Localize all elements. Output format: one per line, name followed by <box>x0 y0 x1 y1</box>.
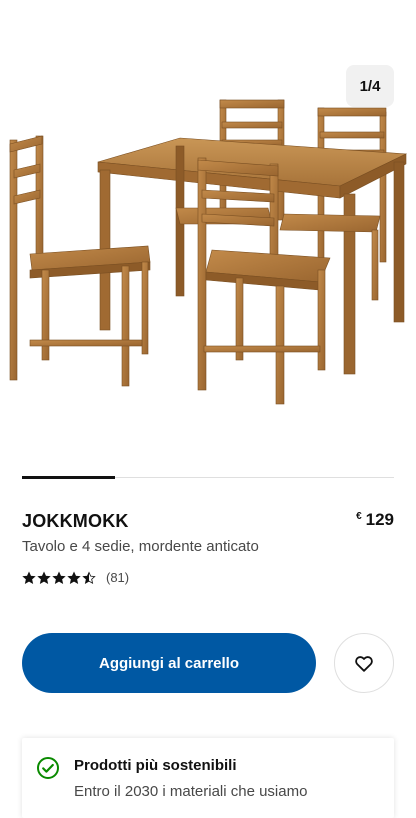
star-icon <box>37 570 51 584</box>
price-value: 129 <box>365 510 394 529</box>
star-icon <box>82 570 96 584</box>
star-icon <box>67 570 81 584</box>
star-icon <box>52 570 66 584</box>
sustainability-card[interactable]: Prodotti più sostenibili Entro il 2030 i… <box>22 738 394 818</box>
price-currency: € <box>356 511 362 522</box>
product-price: € 129 <box>356 510 394 530</box>
product-gallery[interactable]: 1/4 <box>0 0 416 470</box>
sustainability-text: Entro il 2030 i materiali che usiamo <box>74 783 308 800</box>
rating-stars <box>22 570 96 585</box>
product-image[interactable] <box>0 90 416 420</box>
check-circle-icon <box>37 757 59 779</box>
sustainability-title: Prodotti più sostenibili <box>74 757 237 774</box>
add-to-cart-label: Aggiungi al carrello <box>98 654 240 672</box>
product-description: Tavolo e 4 sedie, mordente anticato <box>22 538 259 555</box>
heart-icon <box>355 656 373 672</box>
product-name[interactable]: JOKKMOKK <box>22 511 129 532</box>
gallery-progress-fill <box>22 476 115 479</box>
add-to-cart-button[interactable]: Aggiungi al carrello <box>22 633 316 693</box>
star-icon <box>22 570 36 584</box>
gallery-progress <box>22 476 394 479</box>
favorite-button[interactable] <box>334 633 394 693</box>
review-count: (81) <box>106 570 130 585</box>
product-rating[interactable]: (81) <box>22 570 129 585</box>
